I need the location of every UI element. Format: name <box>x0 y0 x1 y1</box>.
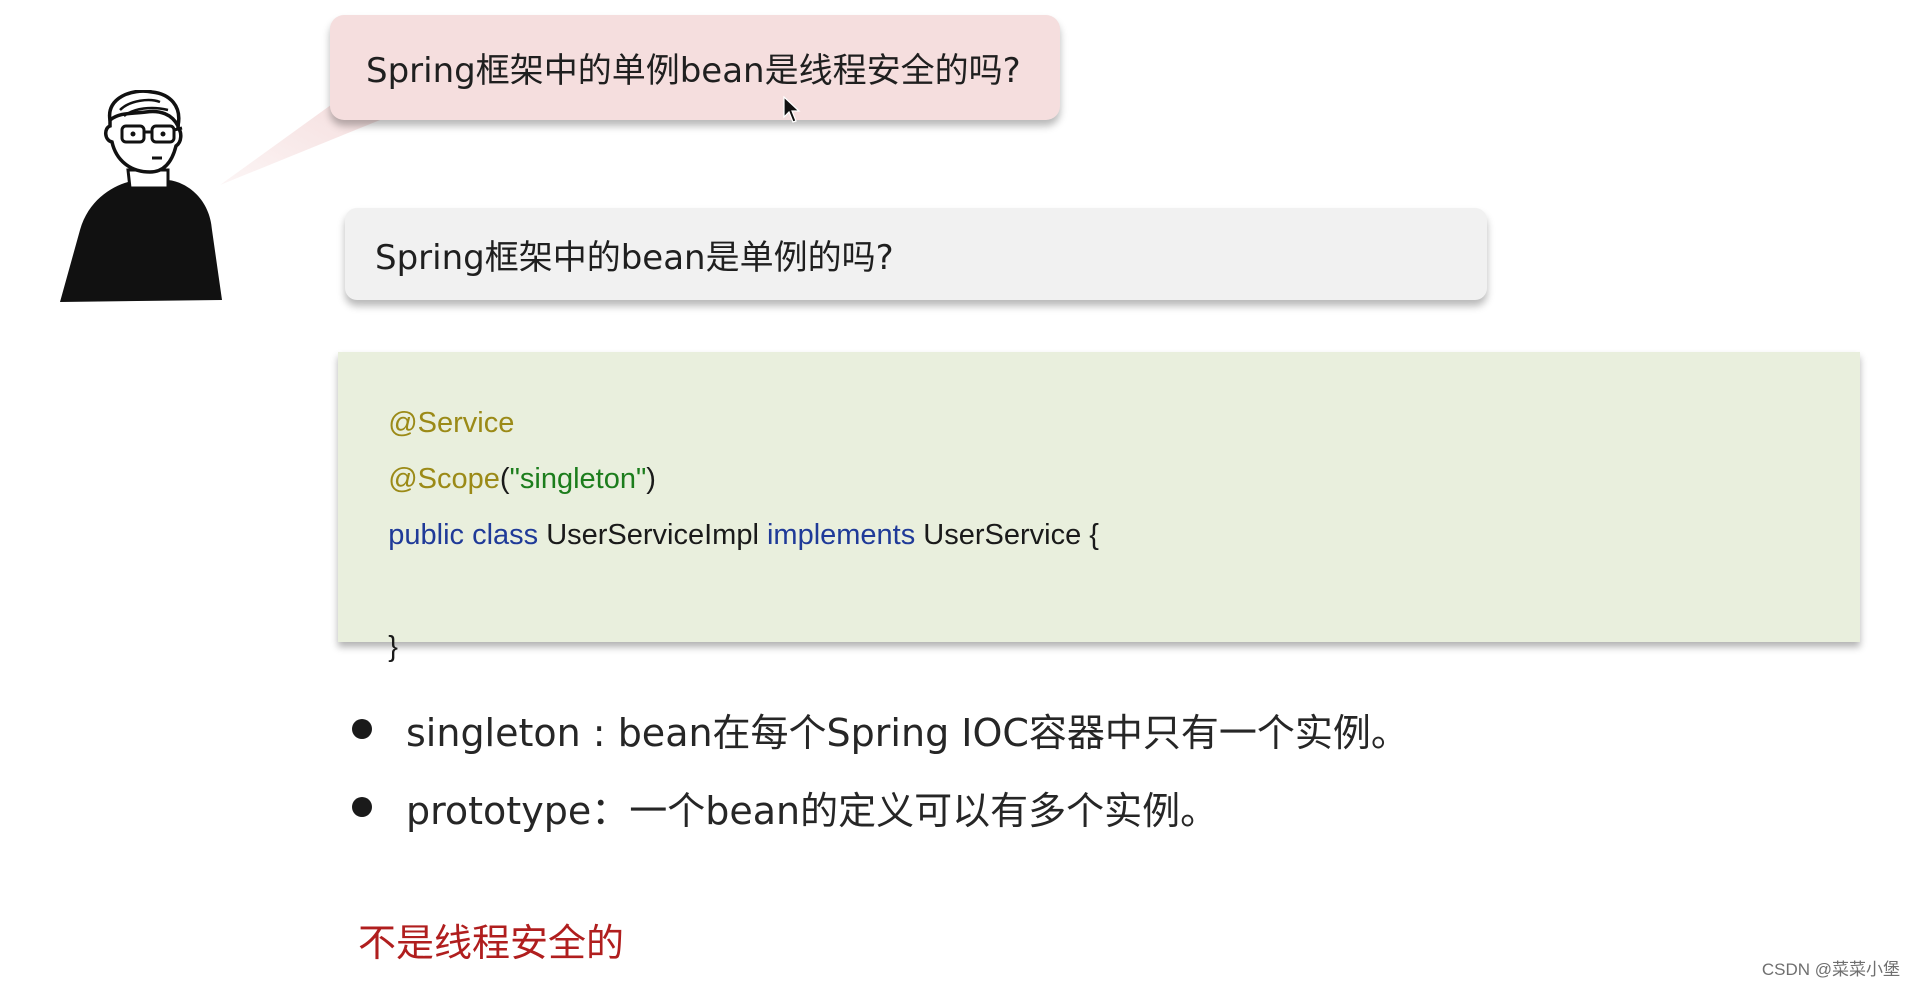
speech-bubble-text: Spring框架中的单例bean是线程安全的吗? <box>366 51 1021 91</box>
paren-close: ) <box>646 463 656 495</box>
mouse-pointer-icon <box>783 96 801 123</box>
bullet-text-singleton: singleton : bean在每个Spring IOC容器中只有一个实例。 <box>406 710 1409 755</box>
watermark: CSDN @菜菜小堡 <box>1761 960 1900 979</box>
speech-bubble: Spring框架中的单例bean是线程安全的吗? <box>330 15 1060 120</box>
keyword-public-class: public class <box>388 519 539 551</box>
answer-text: 不是线程安全的 <box>358 921 625 965</box>
bullet-item-singleton: singleton : bean在每个Spring IOC容器中只有一个实例。 <box>352 690 1409 768</box>
question-box: Spring框架中的bean是单例的吗? <box>345 208 1487 300</box>
bullet-text-prototype: prototype：一个bean的定义可以有多个实例。 <box>406 788 1219 833</box>
interface-name: UserService { <box>915 519 1099 551</box>
class-name: UserServiceImpl <box>538 519 767 551</box>
paren-open: ( <box>499 463 510 495</box>
question-text: Spring框架中的bean是单例的吗? <box>375 237 894 278</box>
bullet-item-prototype: prototype：一个bean的定义可以有多个实例。 <box>352 768 1409 846</box>
string-singleton: "singleton" <box>509 463 647 495</box>
code-line-class-decl: public class UserServiceImpl implements … <box>356 492 1099 579</box>
bullet-list: singleton : bean在每个Spring IOC容器中只有一个实例。 … <box>352 690 1409 846</box>
closing-brace: } <box>388 631 398 663</box>
bullet-dot-icon <box>352 797 372 817</box>
code-line-close: } <box>356 604 398 691</box>
bullet-dot-icon <box>352 719 372 739</box>
keyword-implements: implements <box>766 519 916 551</box>
person-with-glasses-icon <box>60 90 222 302</box>
annotation-scope: @Scope <box>388 463 500 495</box>
annotation-service: @Service <box>388 407 515 439</box>
code-block: @Service @Scope("singleton") public clas… <box>338 352 1860 662</box>
